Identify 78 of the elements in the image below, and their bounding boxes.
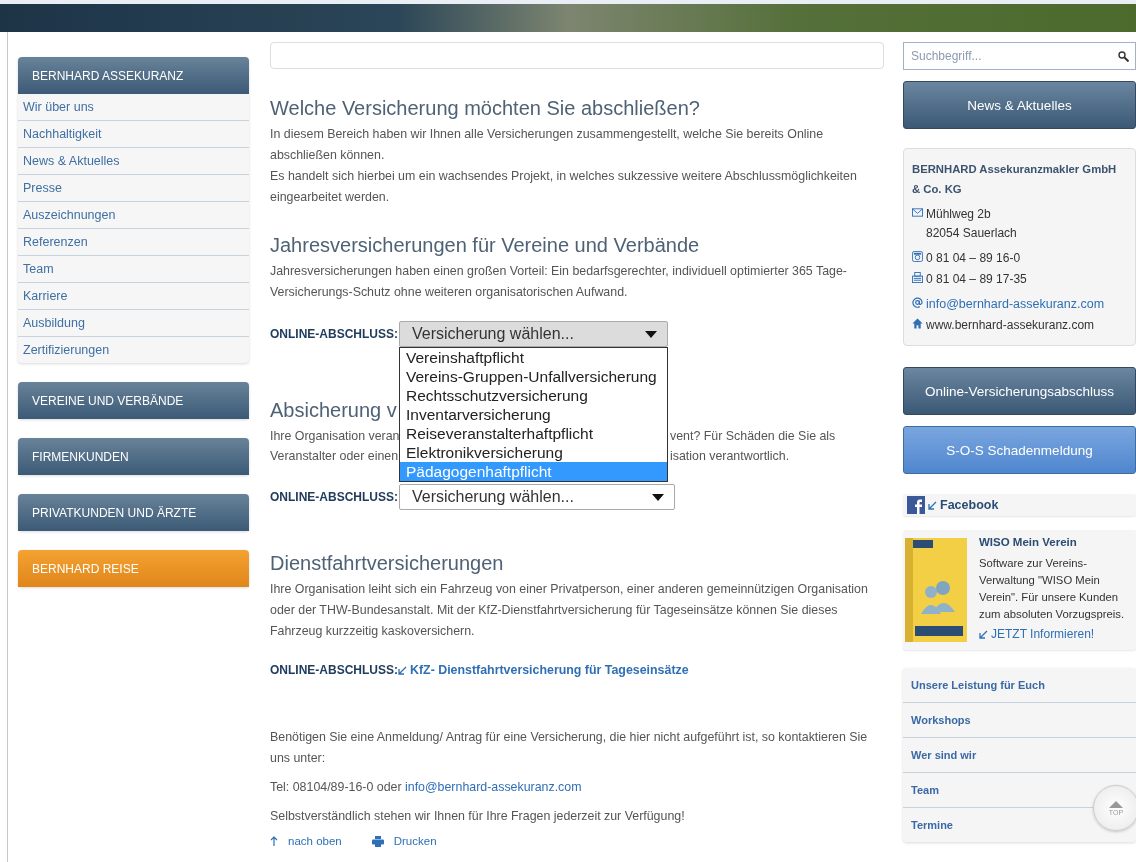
sidebar-item[interactable]: Team bbox=[18, 255, 249, 282]
printer-icon bbox=[371, 835, 384, 847]
paragraph-fragment: Ihre Organisation veran bbox=[270, 428, 400, 445]
paragraph: Jahresversicherungen haben einen großen Vorteil: Ein bedarfsgerechter, individuell optimierter 365 Tage-Versicherungs-Schutz ohne weiteren organisatorischen Aufwand. bbox=[270, 263, 848, 301]
side-link[interactable]: Wer sind wir bbox=[911, 749, 977, 761]
section-heading: Jahresversicherungen für Vereine und Verbände bbox=[270, 233, 700, 258]
triangle-icon bbox=[1109, 800, 1123, 808]
paragraph: Es handelt sich hierbei um ein wachsendes Projekt, in welches sukzessive weitere Abschlussmöglichkeiten eingearbeitet werden. bbox=[270, 168, 858, 206]
paragraph: In diesem Bereich haben wir Ihnen alle Versicherungen zusammengestellt, welche Sie bereits Online abschließen können. bbox=[270, 126, 825, 164]
dropdown-option[interactable]: Vereinshaftpflicht bbox=[400, 348, 667, 367]
sidebar-item[interactable]: Karriere bbox=[18, 282, 249, 309]
arrow-icon bbox=[979, 629, 988, 639]
dropdown-option[interactable]: Vereins-Gruppen-Unfallversicherung bbox=[400, 367, 667, 386]
caret-icon bbox=[652, 493, 664, 501]
sidebar-item[interactable]: Auszeichnungen bbox=[18, 201, 249, 228]
paragraph-fragment: Veranstalter oder einen bbox=[270, 448, 399, 465]
company-name: BERNHARD Assekuranzmakler GmbH & Co. KG bbox=[912, 162, 1118, 197]
home-icon bbox=[912, 318, 923, 329]
dropdown-option[interactable]: Reiseveranstalterhaftpflicht bbox=[400, 424, 667, 443]
arrow-icon bbox=[398, 665, 407, 675]
section-heading: Welche Versicherung möchten Sie abschließen? bbox=[270, 96, 700, 121]
sidebar-item[interactable]: Presse bbox=[18, 174, 249, 201]
side-link[interactable]: Team bbox=[911, 784, 939, 796]
sidebar-item[interactable]: Referenzen bbox=[18, 228, 249, 255]
facebook-link[interactable]: Facebook bbox=[940, 498, 999, 512]
online-order-label: ONLINE-ABSCHLUSS: bbox=[270, 663, 398, 677]
search-icon bbox=[1118, 50, 1129, 62]
fax-icon bbox=[912, 272, 923, 283]
paragraph: Selbstverständlich stehen wir Ihnen für Ihre Fragen jederzeit zur Verfügung! bbox=[270, 808, 686, 825]
side-link[interactable]: Unsere Leistung für Euch bbox=[911, 679, 1045, 691]
email-link[interactable]: info@bernhard-assekuranz.com bbox=[405, 780, 582, 794]
promo-text: Software zur Vereins-Verwaltung "WISO Mein Verein". Für unsere Kunden zum absoluten Vorzugspreis. bbox=[979, 556, 1126, 622]
contact-text: 0 81 04 – 89 17-35 bbox=[926, 271, 1027, 288]
sidebar-section-header[interactable]: PRIVATKUNDEN UND ÄRZTE bbox=[18, 494, 249, 531]
paragraph: Tel: 08104/89-16-0 oder info@bernhard-assekuranz.com bbox=[270, 779, 583, 796]
address-line: Mühlweg 2b bbox=[926, 206, 992, 223]
envelope-icon bbox=[912, 207, 923, 218]
side-link[interactable]: Termine bbox=[911, 819, 953, 831]
section-heading: Dienstfahrtversicherungen bbox=[270, 551, 504, 576]
caret-icon bbox=[645, 330, 657, 338]
search-field[interactable]: Suchbegriff... bbox=[903, 42, 1136, 70]
side-link[interactable]: Workshops bbox=[911, 714, 971, 726]
online-order-label: ONLINE-ABSCHLUSS: bbox=[270, 490, 399, 504]
news-button[interactable]: News & Aktuelles bbox=[903, 81, 1136, 129]
contact-text: www.bernhard-assekuranz.com bbox=[926, 317, 1095, 334]
contact-text: 0 81 04 – 89 16-0 bbox=[926, 250, 1021, 267]
action-button[interactable]: Online-Versicherungsabschluss bbox=[903, 367, 1136, 415]
paragraph: Ihre Organisation leiht sich ein Fahrzeug von einer Privatperson, einer anderen gemeinnützigen Organisation oder der THW-Bundesanstalt. Mit der KfZ-Dienstfahrtversicherung für Tageseinsätze können Sie dieses Fahrzeug kurzzeitig kaskoversichern. bbox=[270, 581, 869, 640]
sidebar-item[interactable]: Wir über uns bbox=[18, 94, 249, 120]
paragraph-fragment: vent? Für Schäden die Sie als bbox=[670, 428, 836, 445]
promo-title: WISO Mein Verein bbox=[979, 536, 1078, 548]
online-order-label: ONLINE-ABSCHLUSS: bbox=[270, 327, 399, 341]
action-button[interactable]: S-O-S Schadenmeldung bbox=[903, 426, 1136, 474]
address-line: 82054 Sauerlach bbox=[926, 225, 1017, 242]
up-arrow-icon bbox=[270, 836, 278, 846]
at-sign-icon bbox=[912, 297, 923, 308]
sidebar-section-header[interactable]: BERNHARD ASSEKURANZ bbox=[18, 57, 249, 94]
sidebar-section-header[interactable]: VEREINE UND VERBÄNDE bbox=[18, 382, 249, 419]
insurance-select[interactable]: Versicherung wählen... bbox=[399, 484, 675, 510]
footer-link[interactable]: Drucken bbox=[393, 835, 437, 847]
promo-link[interactable]: JETZT Informieren! bbox=[991, 627, 1095, 641]
paragraph: Benötigen Sie eine Anmeldung/ Antrag für eine Versicherung, die hier nicht aufgeführt ist, so kontaktieren Sie uns unter: bbox=[270, 729, 869, 767]
insurance-select[interactable]: Versicherung wählen... bbox=[399, 321, 668, 347]
sidebar-item[interactable]: Zertifizierungen bbox=[18, 336, 249, 363]
dropdown-option[interactable]: Elektronikversicherung bbox=[400, 443, 667, 462]
dropdown-option[interactable]: Inventarversicherung bbox=[400, 405, 667, 424]
sidebar-item[interactable]: News & Aktuelles bbox=[18, 147, 249, 174]
sidebar-item[interactable]: Nachhaltigkeit bbox=[18, 120, 249, 147]
section-heading: Absicherung v bbox=[270, 398, 397, 423]
email-link[interactable]: info@bernhard-assekuranz.com bbox=[926, 295, 1105, 314]
sidebar-item[interactable]: Ausbildung bbox=[18, 309, 249, 336]
footer-link[interactable]: nach oben bbox=[288, 835, 342, 847]
phone-icon bbox=[912, 251, 923, 262]
paragraph-fragment: isation verantwortlich. bbox=[670, 448, 790, 465]
insurance-link[interactable]: KfZ- Dienstfahrtversicherung für Tageseinsätze bbox=[398, 663, 689, 677]
sidebar-section-header[interactable]: FIRMENKUNDEN bbox=[18, 438, 249, 475]
dropdown-option[interactable]: Rechtsschutzversicherung bbox=[400, 386, 667, 405]
dropdown-option[interactable]: Pädagogenhaftpflicht bbox=[400, 462, 667, 481]
